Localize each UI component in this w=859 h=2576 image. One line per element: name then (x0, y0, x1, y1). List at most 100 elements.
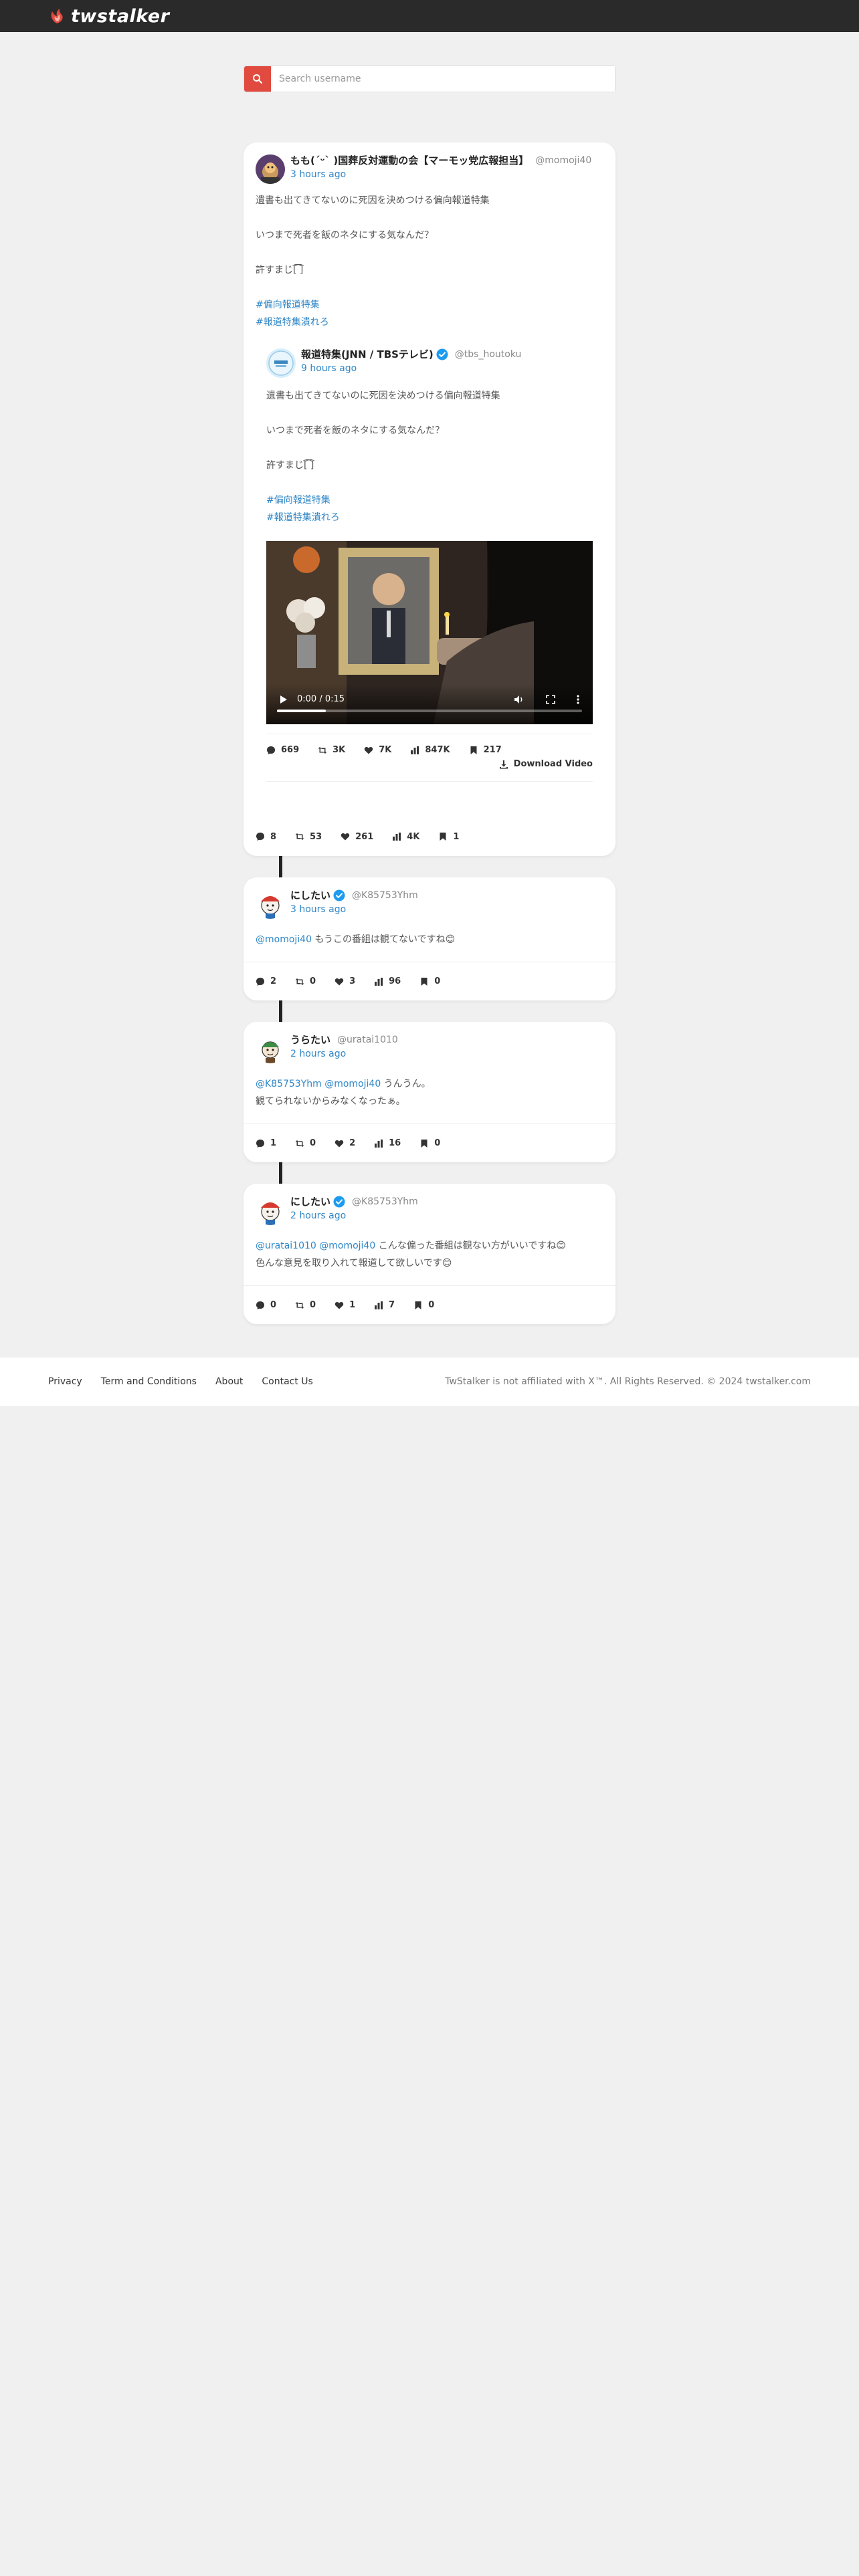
thread-connector (279, 1000, 282, 1022)
views-chart-icon (393, 833, 401, 841)
avatar[interactable] (256, 1034, 285, 1063)
copyright-text: TwStalker is not affiliated with X™. All… (445, 1376, 811, 1387)
reply-count[interactable]: 669 (266, 745, 299, 755)
tweet-text: 遺書も出てきてないのに死因を決めつける偏向報道特集 いつまで死者を飯のネタにする… (244, 184, 615, 331)
author-handle[interactable]: @uratai1010 (337, 1035, 398, 1046)
thread-connector (279, 856, 282, 877)
hashtag-link[interactable]: #報道特集潰れろ (256, 314, 603, 331)
bookmark-count[interactable]: 0 (419, 976, 440, 986)
bookmark-count[interactable]: 217 (469, 745, 502, 755)
bookmark-count[interactable]: 1 (438, 832, 459, 842)
reply-tweet-card: にしたい @K85753Yhm 3 hours ago @momoji40 もう… (244, 877, 615, 1000)
top-navbar: twstalker (0, 0, 859, 32)
author-name[interactable]: うらたい (290, 1034, 330, 1046)
search-bar (244, 66, 615, 92)
video-progress-bar[interactable] (277, 710, 582, 712)
download-icon (499, 760, 508, 768)
avatar[interactable] (256, 1196, 285, 1225)
avatar[interactable] (256, 154, 285, 184)
retweet-count[interactable]: 53 (295, 832, 322, 842)
site-footer: Privacy Term and Conditions About Contac… (0, 1358, 859, 1406)
view-count[interactable]: 7 (374, 1300, 395, 1310)
retweet-count[interactable]: 0 (295, 976, 316, 986)
like-count[interactable]: 7K (364, 745, 391, 755)
footer-link-contact[interactable]: Contact Us (262, 1376, 312, 1387)
hashtag-link[interactable]: #報道特集潰れろ (266, 509, 605, 526)
bookmark-icon (440, 833, 446, 841)
footer-link-terms[interactable]: Term and Conditions (101, 1376, 197, 1387)
play-icon[interactable] (280, 695, 288, 704)
author-name[interactable]: 報道特集(JNN / TBSテレビ) (301, 348, 434, 360)
author-handle[interactable]: @momoji40 (535, 155, 591, 167)
video-player[interactable]: 0:00 / 0:15 (266, 541, 593, 724)
views-chart-icon (375, 1139, 383, 1148)
main-tweet-stats: 8 53 261 4K 1 (244, 817, 615, 856)
bookmark-count[interactable]: 0 (413, 1300, 434, 1310)
view-count[interactable]: 16 (374, 1138, 401, 1148)
mention-link[interactable]: @K85753Yhm @momoji40 (256, 1079, 381, 1089)
reply-count[interactable]: 8 (256, 832, 276, 842)
quoted-tweet[interactable]: 報道特集(JNN / TBSテレビ) @tbs_houtoku 9 hours … (254, 343, 605, 782)
like-count[interactable]: 261 (341, 832, 373, 842)
quoted-tweet-stats: 669 3K 7K 847K 217 (266, 734, 593, 755)
volume-icon[interactable] (514, 695, 524, 704)
fullscreen-icon[interactable] (546, 694, 555, 704)
view-count[interactable]: 847K (410, 745, 450, 755)
footer-link-privacy[interactable]: Privacy (48, 1376, 82, 1387)
retweet-icon (295, 978, 304, 985)
tweet-time[interactable]: 3 hours ago (290, 169, 591, 181)
tweet-time[interactable]: 9 hours ago (301, 363, 521, 374)
verified-icon (436, 348, 448, 360)
search-input[interactable] (271, 66, 615, 92)
reply-stats: 0 0 1 7 0 (244, 1285, 615, 1324)
retweet-count[interactable]: 0 (295, 1138, 316, 1148)
search-button[interactable] (244, 66, 271, 92)
heart-icon (335, 1140, 344, 1147)
reply-icon (267, 746, 275, 754)
reply-count[interactable]: 2 (256, 976, 276, 986)
main-tweet-card: もも(ˊᵕˋ )国葬反対運動の会【マーモッ党広報担当】 @momoji40 3 … (244, 142, 615, 856)
site-logo[interactable]: twstalker (48, 6, 169, 27)
bookmark-icon (421, 977, 427, 986)
reply-count[interactable]: 1 (256, 1138, 276, 1148)
more-options-icon[interactable] (577, 694, 579, 704)
author-handle[interactable]: @K85753Yhm (352, 890, 418, 901)
avatar[interactable] (256, 889, 285, 919)
views-chart-icon (375, 977, 383, 986)
author-name[interactable]: にしたい (290, 889, 330, 901)
retweet-count[interactable]: 0 (295, 1300, 316, 1310)
like-count[interactable]: 3 (335, 976, 355, 986)
author-name[interactable]: にしたい (290, 1196, 330, 1208)
mention-link[interactable]: @momoji40 (256, 934, 312, 945)
reply-icon (256, 977, 264, 986)
reply-icon (256, 1139, 264, 1148)
tweet-time[interactable]: 2 hours ago (290, 1049, 398, 1060)
heart-icon (335, 978, 344, 985)
video-time: 0:00 / 0:15 (297, 694, 345, 704)
author-handle[interactable]: @K85753Yhm (352, 1196, 418, 1208)
like-count[interactable]: 2 (335, 1138, 355, 1148)
hashtag-link[interactable]: #偏向報道特集 (266, 492, 605, 509)
reply-tweet-card: うらたい @uratai1010 2 hours ago @K85753Yhm … (244, 1022, 615, 1162)
retweet-count[interactable]: 3K (318, 745, 345, 755)
reply-count[interactable]: 0 (256, 1300, 276, 1310)
author-name[interactable]: もも(ˊᵕˋ )国葬反対運動の会【マーモッ党広報担当】 (290, 154, 529, 167)
hashtag-link[interactable]: #偏向報道特集 (256, 296, 603, 314)
retweet-icon (295, 833, 304, 840)
view-count[interactable]: 4K (392, 832, 419, 842)
tweet-time[interactable]: 2 hours ago (290, 1210, 418, 1222)
mention-link[interactable]: @uratai1010 @momoji40 (256, 1241, 375, 1251)
reply-icon (256, 1301, 264, 1309)
tweet-text: @momoji40 もうこの番組は観てないですね😊 (256, 934, 456, 945)
footer-link-about[interactable]: About (215, 1376, 243, 1387)
verified-icon (333, 889, 345, 901)
tweet-text: @K85753Yhm @momoji40 うんうん。 観てられないからみなくなっ… (256, 1079, 431, 1107)
avatar[interactable] (266, 348, 296, 378)
download-video-button[interactable]: Download Video (499, 759, 593, 769)
like-count[interactable]: 1 (335, 1300, 355, 1310)
tweet-time[interactable]: 3 hours ago (290, 904, 418, 916)
author-handle[interactable]: @tbs_houtoku (455, 349, 522, 360)
retweet-icon (295, 1301, 304, 1309)
bookmark-count[interactable]: 0 (419, 1138, 440, 1148)
view-count[interactable]: 96 (374, 976, 401, 986)
